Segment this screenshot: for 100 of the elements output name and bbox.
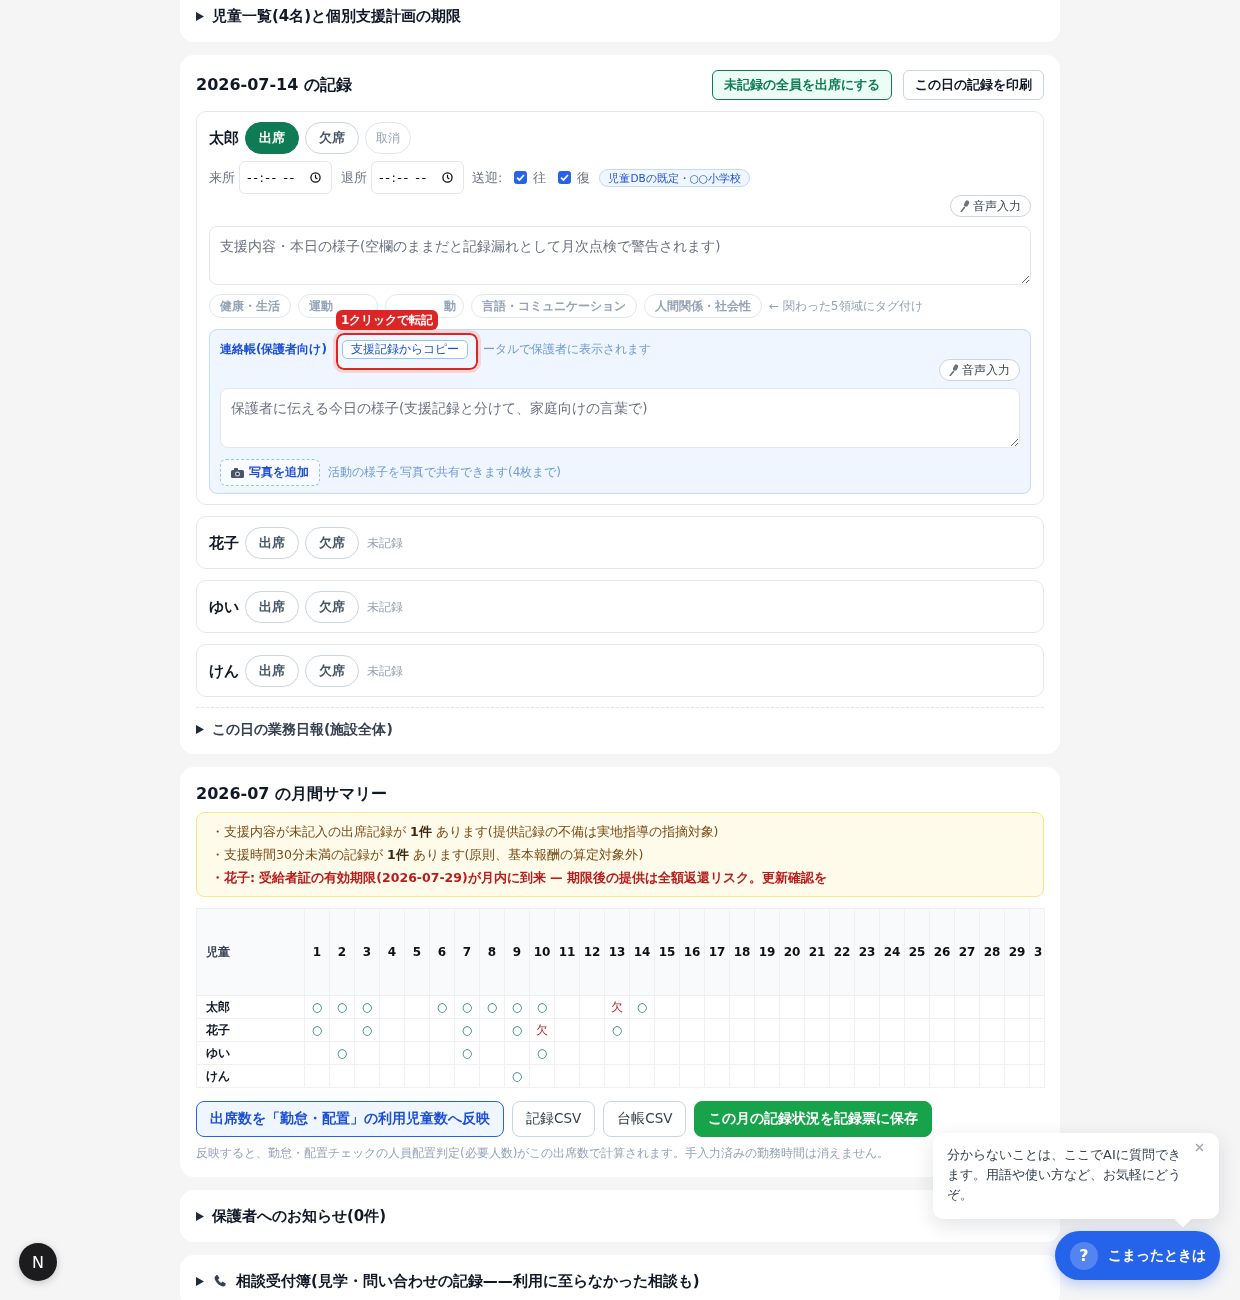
- section-title: 2026-07-14 の記録: [196, 75, 352, 95]
- hint-text: ータルで保護者に表示されます: [482, 340, 651, 358]
- column-header: 2: [329, 908, 355, 996]
- column-header: 10: [529, 908, 555, 996]
- notes-field[interactable]: 支援内容・本日の様子(空欄のままだと記録漏れとして月次点検で警告されます): [209, 226, 1031, 285]
- column-header: 15: [654, 908, 680, 996]
- column-header: 20: [779, 908, 805, 996]
- hint-text: ← 関わった5領域にタグ付け: [769, 297, 923, 315]
- table-cell: 欠: [604, 995, 630, 1019]
- column-header: 17: [704, 908, 730, 996]
- column-header: 27: [954, 908, 980, 996]
- help-button[interactable]: ? こまったときは: [1055, 1231, 1220, 1280]
- warning-text: ・花子: 受給者証の有効期限(2026-07-29)が月内に到来 — 期限後の提供は全額返還リスク。更新確認を: [211, 869, 828, 887]
- table-cell: ○: [604, 1018, 630, 1042]
- row-header: ゆい: [196, 1041, 305, 1065]
- table-cell: ○: [529, 995, 555, 1019]
- action-button[interactable]: この日の記録を印刷: [903, 70, 1044, 100]
- microphone-icon: [949, 364, 959, 376]
- section-toggle[interactable]: 相談受付簿(見学・問い合わせの記録——利用に至らなかった相談も): [196, 1271, 700, 1291]
- table-cell: ○: [504, 995, 530, 1019]
- table-cell: ○: [504, 1018, 530, 1042]
- table-cell: ○: [354, 1018, 380, 1042]
- column-header: 16: [679, 908, 705, 996]
- add-photo-button[interactable]: 写真を追加: [220, 459, 320, 486]
- hint-text: 反映すると、勤怠・配置チェックの人員配置判定(必要人数)がこの出席数で計算されます。手入力済みの勤務時間は消えません。: [196, 1145, 890, 1161]
- notes-field[interactable]: 保護者に伝える今日の様子(支援記録と分けて、家庭向けの言葉で): [220, 388, 1020, 448]
- column-header: 11: [554, 908, 580, 996]
- child-name: 花子: [209, 533, 239, 553]
- checkbox-label: 復: [577, 168, 591, 187]
- time-field[interactable]: --:-- --: [239, 161, 332, 194]
- column-header: 25: [904, 908, 930, 996]
- table-cell: ○: [429, 995, 455, 1019]
- table-cell: ○: [454, 1041, 480, 1065]
- status-text: 未記録: [367, 662, 403, 680]
- section-title: 2026-07 の月間サマリー: [196, 784, 387, 804]
- attendance-button[interactable]: 出席: [245, 655, 299, 687]
- action-button[interactable]: 未記録の全員を出席にする: [712, 70, 892, 100]
- column-header: 18: [729, 908, 755, 996]
- column-header: 24: [879, 908, 905, 996]
- column-header: 29: [1004, 908, 1030, 996]
- action-button[interactable]: 台帳CSV: [603, 1101, 687, 1137]
- table-cell: ○: [354, 995, 380, 1019]
- attendance-button[interactable]: 出席: [245, 527, 299, 559]
- action-button[interactable]: 出席数を「勤怠・配置」の利用児童数へ反映: [196, 1101, 504, 1137]
- attendance-button[interactable]: 欠席: [305, 591, 359, 623]
- column-header: 6: [429, 908, 455, 996]
- table-cell: ○: [529, 1041, 555, 1065]
- column-header: 13: [604, 908, 630, 996]
- table-cell: ○: [454, 995, 480, 1019]
- table-cell: ○: [504, 1064, 530, 1088]
- panel-title: 連絡帳(保護者向け): [220, 340, 327, 358]
- dev-indicator[interactable]: N: [19, 1243, 57, 1281]
- time-field[interactable]: --:-- --: [371, 161, 464, 194]
- column-header: 児童: [196, 908, 305, 996]
- table-cell: ○: [329, 1041, 355, 1065]
- table-cell: ○: [479, 995, 505, 1019]
- phone-icon: [213, 1273, 228, 1289]
- child-name: 太郎: [209, 128, 239, 148]
- microphone-icon: [960, 200, 970, 212]
- voice-input-button[interactable]: 音声入力: [939, 359, 1020, 381]
- column-header: 4: [379, 908, 405, 996]
- column-header: 5: [404, 908, 430, 996]
- attendance-button[interactable]: 欠席: [305, 527, 359, 559]
- info-tag: 児童DBの既定・○○小学校: [599, 168, 750, 187]
- checkbox[interactable]: [558, 171, 572, 184]
- row-header: 太郎: [196, 995, 305, 1019]
- section-toggle[interactable]: 保護者へのお知らせ(0件): [196, 1206, 387, 1226]
- checkbox[interactable]: [514, 171, 528, 184]
- field-label: 退所: [341, 168, 367, 187]
- column-header: 28: [979, 908, 1005, 996]
- column-header: 8: [479, 908, 505, 996]
- attendance-button[interactable]: 出席: [245, 591, 299, 623]
- clock-icon: [442, 172, 453, 183]
- table-cell: ○: [304, 995, 330, 1019]
- field-label: 来所: [209, 168, 235, 187]
- status-text: 未記録: [367, 598, 403, 616]
- checkbox-label: 往: [533, 168, 547, 187]
- column-header: 21: [804, 908, 830, 996]
- help-icon: ?: [1070, 1241, 1098, 1270]
- column-header: 19: [754, 908, 780, 996]
- column-header: 7: [454, 908, 480, 996]
- attendance-button[interactable]: 出席: [245, 122, 299, 154]
- field-label: 送迎:: [472, 168, 503, 187]
- column-header: 12: [579, 908, 605, 996]
- row-header: けん: [196, 1064, 305, 1088]
- attendance-button[interactable]: 欠席: [305, 655, 359, 687]
- camera-icon: [231, 467, 244, 478]
- table-cell: ○: [329, 995, 355, 1019]
- column-header: 1: [304, 908, 330, 996]
- table-cell: ○: [629, 995, 655, 1019]
- section-toggle[interactable]: この日の業務日報(施設全体): [196, 719, 393, 739]
- child-name: ゆい: [209, 597, 239, 617]
- tooltip: 1クリックで転記: [335, 309, 439, 330]
- section-toggle[interactable]: 児童一覧(4名)と個別支援計画の期限: [196, 6, 462, 26]
- copy-button[interactable]: 支援記録からコピー: [341, 339, 468, 359]
- action-button[interactable]: 記録CSV: [512, 1101, 596, 1137]
- child-name: けん: [209, 661, 239, 681]
- hint-text: 活動の様子を写真で共有できます(4枚まで): [328, 464, 561, 481]
- voice-input-button[interactable]: 音声入力: [950, 195, 1031, 217]
- attendance-button[interactable]: 欠席: [305, 122, 359, 154]
